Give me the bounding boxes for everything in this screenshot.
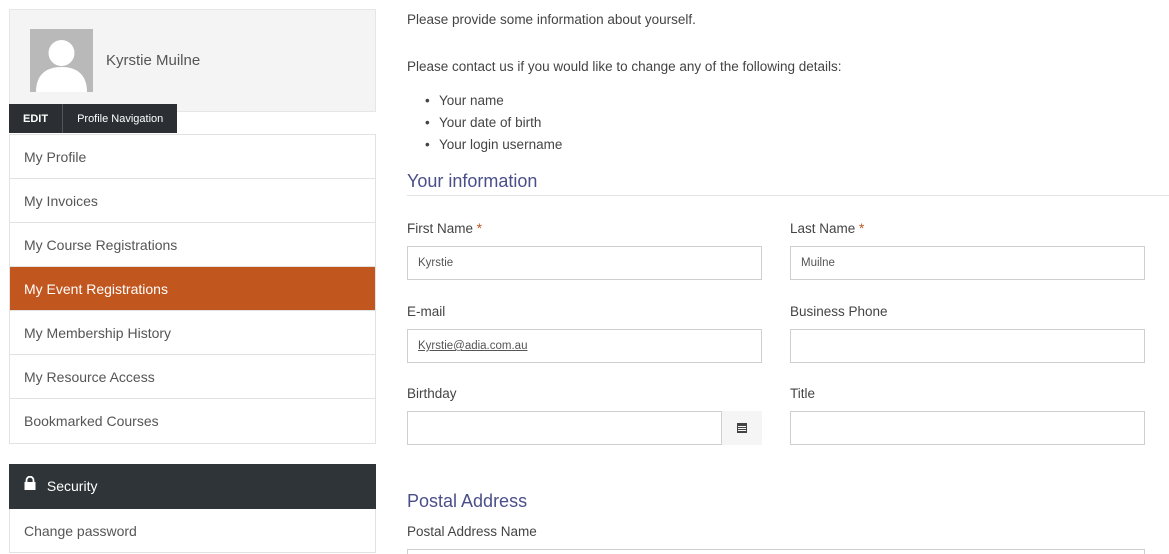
required-mark: * (859, 221, 865, 236)
postal-address-name-input[interactable] (407, 549, 1145, 554)
section-title-postal-address: Postal Address (407, 491, 528, 511)
edit-tab[interactable]: EDIT (9, 104, 64, 133)
last-name-label: Last Name * (790, 221, 864, 236)
first-name-label: First Name * (407, 221, 482, 236)
nav-item-bookmarked-courses[interactable]: Bookmarked Courses (10, 399, 375, 443)
last-name-input[interactable]: Muilne (790, 246, 1145, 280)
profile-card: Kyrstie Muilne (9, 9, 376, 112)
business-phone-label: Business Phone (790, 304, 888, 319)
contact-text: Please contact us if you would like to c… (407, 59, 842, 74)
business-phone-input[interactable] (790, 329, 1145, 363)
postal-address-name-label: Postal Address Name (407, 524, 537, 539)
nav-item-my-course-registrations[interactable]: My Course Registrations (10, 223, 375, 267)
avatar-placeholder-icon (30, 29, 93, 92)
birthday-input[interactable] (407, 411, 762, 445)
security-header: Security (9, 464, 376, 509)
email-value: Kyrstie@adia.com.au (418, 340, 528, 352)
intro-text: Please provide some information about yo… (407, 12, 696, 27)
first-name-label-text: First Name (407, 221, 474, 236)
list-item: Your login username (425, 134, 562, 156)
profile-nav-list: My Profile My Invoices My Course Registr… (9, 134, 376, 444)
list-item: Your name (425, 90, 562, 112)
nav-item-my-profile[interactable]: My Profile (10, 135, 375, 179)
nav-item-my-resource-access[interactable]: My Resource Access (10, 355, 375, 399)
email-label: E-mail (407, 304, 446, 319)
section-title-your-information: Your information (407, 171, 538, 191)
calendar-icon (737, 423, 747, 433)
profile-name: Kyrstie Muilne (106, 52, 201, 69)
nav-item-my-membership-history[interactable]: My Membership History (10, 311, 375, 355)
title-label: Title (790, 386, 816, 401)
first-name-input[interactable]: Kyrstie (407, 246, 762, 280)
change-password-link[interactable]: Change password (9, 509, 376, 553)
list-item: Your date of birth (425, 112, 562, 134)
security-header-label: Security (46, 478, 98, 494)
required-mark: * (476, 221, 483, 236)
birthday-label: Birthday (407, 386, 457, 401)
avatar (30, 29, 93, 92)
profile-navigation-tab[interactable]: Profile Navigation (63, 104, 178, 133)
profile-tabs: EDIT Profile Navigation (9, 104, 178, 133)
lock-icon (23, 463, 37, 508)
locked-details-list: Your name Your date of birth Your login … (425, 90, 562, 156)
email-input[interactable]: Kyrstie@adia.com.au (407, 329, 762, 363)
nav-item-my-invoices[interactable]: My Invoices (10, 179, 375, 223)
nav-item-my-event-registrations[interactable]: My Event Registrations (10, 267, 375, 311)
last-name-label-text: Last Name (790, 221, 856, 236)
section-divider (407, 195, 1169, 196)
calendar-button[interactable] (721, 411, 762, 445)
title-input[interactable] (790, 411, 1145, 445)
